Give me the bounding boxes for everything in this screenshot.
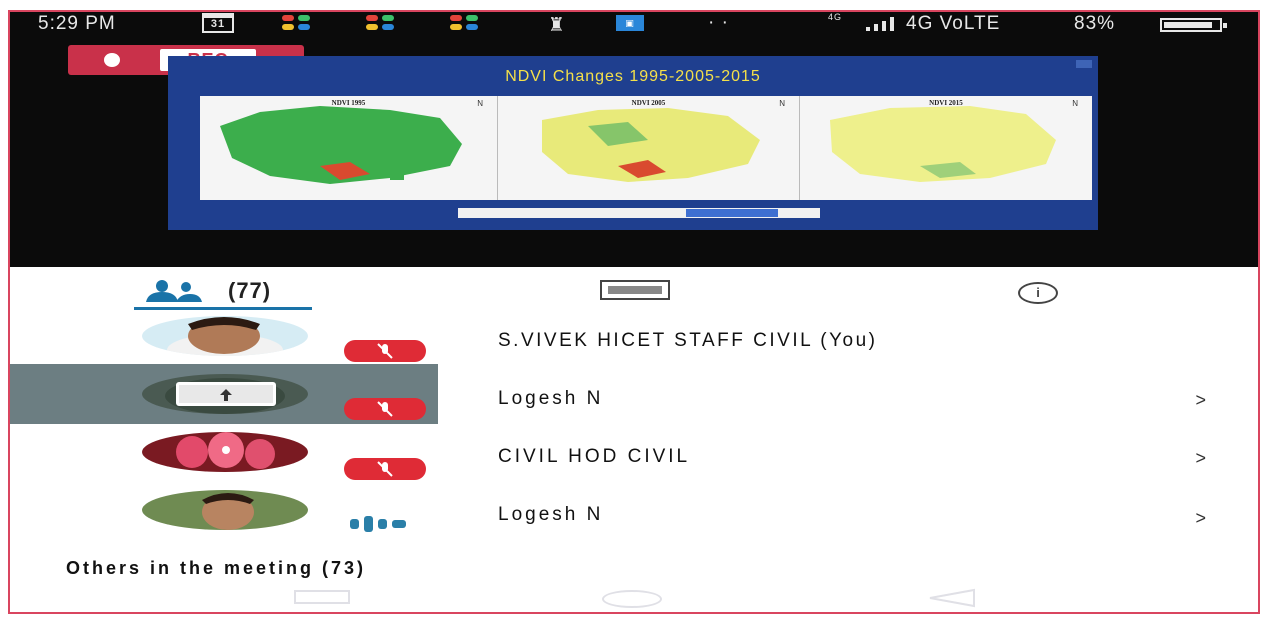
- avatar: [142, 316, 308, 356]
- phone-screen: 5:29 PM 31 ♜ ▣ · · 4G 4G VoLTE 83% NDVI …: [8, 10, 1260, 614]
- tv-icon: ▣: [616, 15, 644, 31]
- recents-button[interactable]: [294, 590, 350, 604]
- network-type: 4G: [828, 12, 843, 22]
- system-nav-bar: [10, 586, 1258, 612]
- video-area: 5:29 PM 31 ♜ ▣ · · 4G 4G VoLTE 83% NDVI …: [10, 12, 1258, 267]
- mic-off-icon: [377, 401, 393, 417]
- chat-icon[interactable]: [600, 280, 670, 300]
- ndvi-map-panel: NDVI 2005 N: [498, 96, 800, 200]
- map-title: NDVI 2005: [631, 99, 666, 107]
- participant-row[interactable]: S.VIVEK HICET STAFF CIVIL (You): [10, 312, 1258, 370]
- compass-icon: N: [477, 99, 483, 108]
- ndvi-map-image: [542, 108, 760, 182]
- ndvi-map-image: [220, 106, 462, 184]
- participant-name: S.VIVEK HICET STAFF CIVIL (You): [498, 330, 878, 351]
- notification-dots-icon: [366, 15, 410, 31]
- slide-corner-icon: [1076, 60, 1092, 68]
- ndvi-maps: NDVI 1995 N NDVI 2005 N NDVI 2015 N: [200, 96, 1092, 200]
- shared-screen[interactable]: NDVI Changes 1995-2005-2015 NDVI 1995 N: [168, 56, 1098, 230]
- battery-icon: [1160, 18, 1227, 32]
- chevron-right-icon: >: [1195, 448, 1206, 468]
- notification-dots-icon: [282, 15, 326, 31]
- chevron-right-icon: >: [1195, 390, 1206, 410]
- more-notifications: · ·: [708, 12, 729, 33]
- map-title: NDVI 2015: [929, 99, 963, 107]
- ndvi-map-panel: NDVI 1995 N: [200, 96, 498, 200]
- record-dot-icon: [104, 53, 120, 67]
- mic-off-badge: [344, 340, 426, 362]
- battery-percent: 83%: [1074, 13, 1116, 34]
- map-title: NDVI 1995: [331, 99, 366, 107]
- present-icon: [220, 389, 232, 401]
- presenting-indicator: [176, 382, 276, 406]
- participant-row[interactable]: CIVIL HOD CIVIL >: [10, 432, 1258, 490]
- calendar-icon: 31: [202, 13, 234, 33]
- signal-icon: [860, 17, 904, 31]
- compass-icon: N: [1072, 99, 1078, 108]
- home-button[interactable]: [602, 590, 662, 608]
- avatar: [142, 490, 308, 530]
- speaking-icon: [350, 516, 416, 534]
- slide-title: NDVI Changes 1995-2005-2015: [505, 68, 761, 85]
- slide-toolbar-active: [686, 209, 778, 217]
- people-count: (77): [228, 278, 272, 303]
- participant-name: Logesh N: [498, 388, 604, 409]
- ndvi-map-panel: NDVI 2015 N: [800, 96, 1092, 200]
- notification-dots-icon: [450, 15, 494, 31]
- participant-name: CIVIL HOD CIVIL: [498, 446, 691, 467]
- slide-toolbar: [458, 208, 820, 218]
- mic-off-badge: [344, 458, 426, 480]
- info-icon[interactable]: i: [1018, 282, 1058, 304]
- others-in-meeting-header[interactable]: Others in the meeting (73): [66, 558, 366, 579]
- participant-row[interactable]: Logesh N >: [10, 490, 1258, 548]
- participant-name: Logesh N: [498, 504, 604, 525]
- ndvi-map-image: [830, 106, 1056, 182]
- tab-people[interactable]: (77): [134, 276, 312, 310]
- active-tab-indicator: [134, 307, 312, 310]
- people-icon: [146, 280, 202, 302]
- mic-off-icon: [377, 343, 393, 359]
- avatar: [142, 432, 308, 472]
- chess-icon: ♜: [548, 15, 567, 36]
- back-button[interactable]: [926, 588, 976, 608]
- compass-icon: N: [779, 99, 785, 108]
- participant-row[interactable]: Logesh N >: [10, 364, 1258, 424]
- mic-off-icon: [377, 461, 393, 477]
- status-time: 5:29 PM: [38, 13, 116, 34]
- mic-off-badge: [344, 398, 426, 420]
- status-bar: 5:29 PM 31 ♜ ▣ · · 4G 4G VoLTE 83%: [10, 12, 1258, 36]
- meeting-tabs: (77) i: [10, 267, 1258, 311]
- chevron-right-icon: >: [1195, 508, 1206, 528]
- network-label: 4G VoLTE: [906, 13, 1001, 34]
